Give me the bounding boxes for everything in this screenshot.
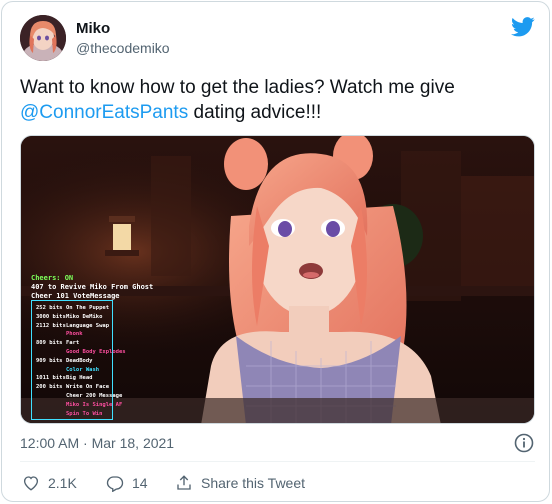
overlay-bits-label: Big Head [66,375,93,382]
overlay-bits-amount: 252 bits [36,305,63,311]
overlay-line-vote: Cheer 101 VoteMessage [31,292,120,300]
overlay-bits-amount: 2112 bits [36,322,66,329]
overlay-cheers-status: Cheers: ON [31,274,74,282]
avatar[interactable] [20,15,66,61]
like-count: 2.1K [48,475,77,491]
overlay-bits-label: Color Wash [66,366,100,373]
like-button[interactable]: 2.1K [22,474,77,492]
tweet-text: Want to know how to get the ladies? Watc… [20,75,535,125]
overlay-bits-amount: 200 bits [36,384,63,391]
reply-icon [106,476,124,492]
overlay-bits-label: Good Body Explodes [66,349,126,355]
overlay-line-revive: 407 to Revive Miko From Ghost [31,283,154,291]
overlay-bits-amount: 3000 bits [36,313,66,320]
overlay-bits-label: Phonk [66,331,83,338]
overlay-bits-label: Fart [66,340,80,347]
handle[interactable]: @thecodemiko [76,40,170,56]
reply-button[interactable]: 14 [106,474,148,492]
overlay-bits-label: Miko Is Single AF [66,401,123,408]
overlay-bits-list: 252 bits On The Puppet 3000 bits Miko DeMik… [31,300,126,420]
overlay-bits-label: Write On Face [66,384,110,391]
overlay-bits-label: DeadBody [66,357,93,364]
info-icon[interactable] [514,433,534,453]
timestamp[interactable]: 12:00 AM · Mar 18, 2021 [20,435,174,451]
overlay-bits-label: Miko DeMiko [66,313,103,320]
media-video[interactable]: Cheers: ON 407 to Revive Miko From Ghost… [20,135,535,424]
tweet-text-end: dating advice!!! [188,102,322,123]
overlay-bits-amount: 909 bits [36,357,63,364]
tweet-card[interactable]: Miko @thecodemiko Want to know how to ge… [1,1,550,502]
overlay-bits-amount: 1011 bits [36,375,66,382]
twitter-bird-icon[interactable] [511,17,535,37]
mention-link[interactable]: @ConnorEatsPants [20,102,188,123]
overlay-bits-label: On The Puppet [66,305,110,311]
divider [20,461,535,462]
heart-icon [23,476,39,491]
reply-count: 14 [132,475,148,491]
overlay-bits-label: Cheer 200 Message [66,393,123,399]
overlay-bits-label: Spin To Win [66,410,103,417]
share-button[interactable]: Share this Tweet [175,474,305,492]
share-label: Share this Tweet [201,475,306,491]
overlay-bits-label: Language Swap [66,322,110,329]
share-icon [177,475,191,490]
overlay-bits-amount: 809 bits [36,340,63,347]
tweet-text-start: Want to know how to get the ladies? Watc… [20,77,455,98]
display-name[interactable]: Miko [76,20,110,37]
